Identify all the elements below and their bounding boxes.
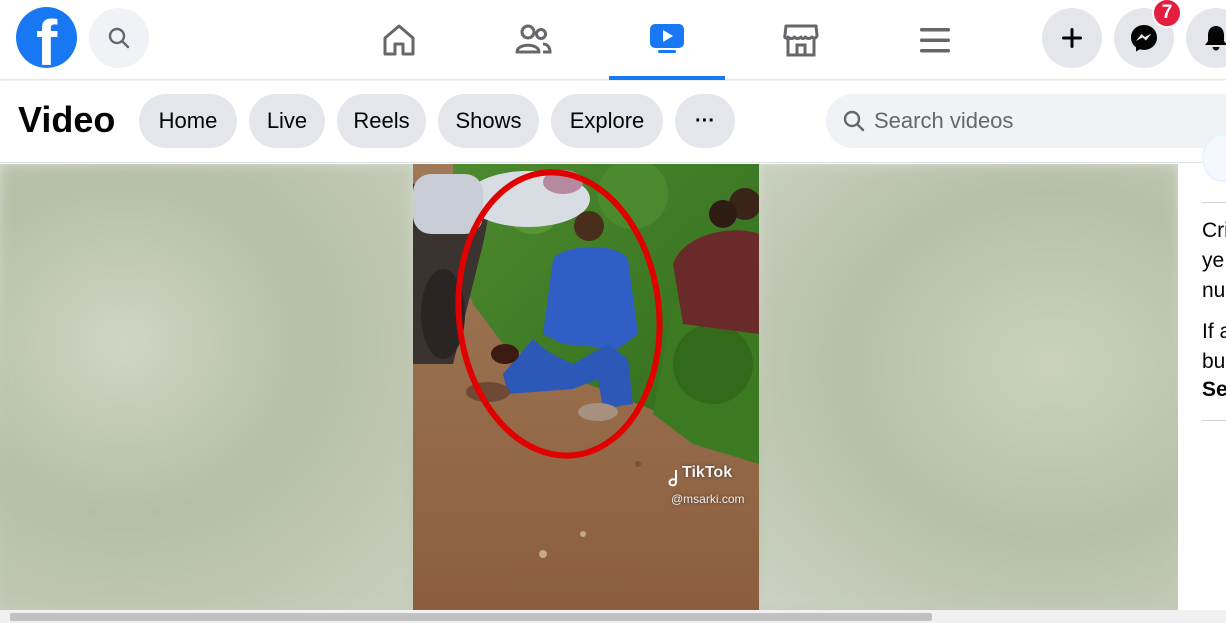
- horizontal-scrollbar[interactable]: [0, 610, 1226, 623]
- tab-live[interactable]: Live: [249, 94, 325, 148]
- tiktok-watermark-text: TikTok: [682, 464, 733, 481]
- tab-home[interactable]: Home: [139, 94, 237, 148]
- facebook-logo[interactable]: f: [16, 7, 77, 68]
- video-subheader: Video Home Live Reels Shows Explore ···: [0, 81, 1226, 163]
- create-button[interactable]: [1042, 8, 1102, 68]
- messenger-notification-badge: 7: [1152, 0, 1182, 28]
- nav-tab-home[interactable]: [341, 0, 457, 80]
- page-title: Video: [18, 99, 116, 140]
- search-button[interactable]: [89, 8, 149, 68]
- video-icon: [650, 24, 684, 53]
- sidebar-divider: [1202, 202, 1226, 203]
- search-videos-field[interactable]: [826, 94, 1226, 148]
- tiktok-handle: @msarki.com: [671, 492, 745, 506]
- video-player[interactable]: TikTok @msarki.com: [413, 164, 759, 610]
- video-frame: [413, 164, 759, 610]
- friends-icon: [515, 24, 552, 54]
- nav-tab-friends[interactable]: [475, 0, 591, 80]
- marketplace-icon: [783, 24, 819, 57]
- notifications-button[interactable]: [1186, 8, 1226, 68]
- facebook-logo-letter: f: [36, 7, 58, 68]
- bell-icon: [1205, 26, 1226, 51]
- plus-icon: [1062, 28, 1082, 48]
- more-options-button[interactable]: ···: [675, 94, 735, 148]
- home-icon: [383, 24, 415, 56]
- hamburger-menu-icon: [920, 28, 950, 53]
- search-videos-input[interactable]: [874, 108, 1204, 134]
- sidebar-divider: [1202, 420, 1226, 421]
- horizontal-scrollbar-thumb[interactable]: [10, 613, 932, 621]
- sidebar-text-line: bu: [1202, 350, 1226, 373]
- video-blurred-backdrop-right: [759, 164, 1178, 610]
- messenger-icon: [1131, 25, 1157, 52]
- sidebar-text-line: ye: [1202, 249, 1225, 272]
- search-icon: [108, 27, 130, 49]
- nav-tab-marketplace[interactable]: [743, 0, 859, 80]
- sidebar-text-line: Cri: [1202, 219, 1226, 242]
- video-blurred-backdrop-left: [0, 164, 413, 610]
- tab-shows[interactable]: Shows: [438, 94, 539, 148]
- tiktok-watermark: TikTok: [668, 464, 732, 482]
- top-navigation-bar: f 7: [0, 0, 1226, 80]
- sidebar-text-line: nu: [1202, 279, 1226, 302]
- right-sidebar-panel: Cri ye nu If a bu Se: [1178, 134, 1226, 610]
- tab-reels[interactable]: Reels: [337, 94, 426, 148]
- search-icon: [843, 110, 865, 132]
- sidebar-text-line: If a: [1202, 320, 1226, 343]
- video-stage: TikTok @msarki.com: [0, 164, 1178, 610]
- nav-tab-menu[interactable]: [877, 0, 993, 80]
- tab-explore[interactable]: Explore: [551, 94, 663, 148]
- sidebar-see-more-link[interactable]: Se: [1202, 375, 1226, 405]
- nav-tab-video[interactable]: [609, 0, 725, 80]
